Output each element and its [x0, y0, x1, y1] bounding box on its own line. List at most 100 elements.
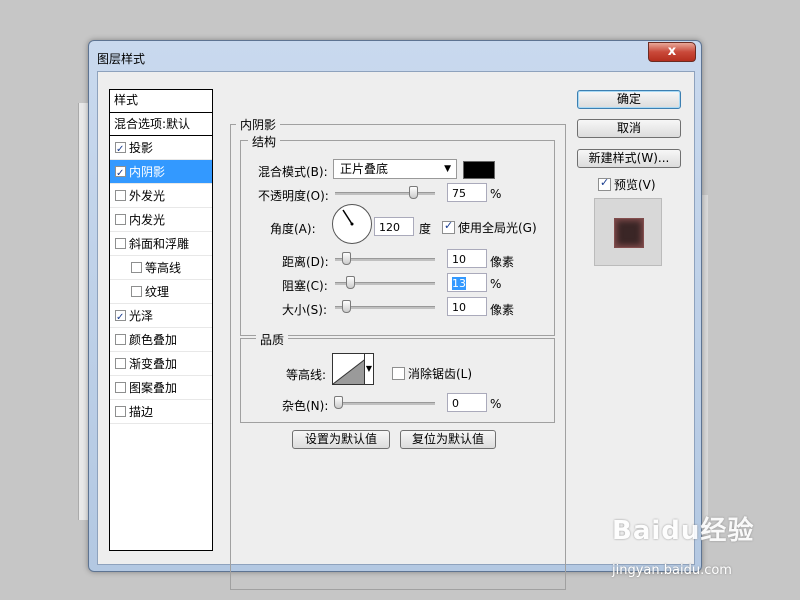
style-item-label: 纹理: [145, 284, 170, 299]
checkbox-icon[interactable]: [131, 286, 142, 297]
opacity-label: 不透明度(O):: [258, 189, 329, 203]
blend-mode-label: 混合模式(B):: [258, 165, 328, 179]
dialog-client: 样式 混合选项:默认 投影内阴影外发光内发光斜面和浮雕等高线纹理光泽颜色叠加渐变…: [97, 71, 695, 590]
style-item-label: 渐变叠加: [129, 356, 178, 371]
checkbox-icon[interactable]: [115, 190, 126, 201]
size-input[interactable]: 10: [447, 297, 487, 316]
choke-label: 阻塞(C):: [282, 279, 328, 293]
inner-shadow-title: 内阴影: [236, 116, 281, 133]
style-item[interactable]: 投影: [110, 136, 212, 161]
checkbox-icon: [392, 367, 405, 380]
style-item-label: 内发光: [129, 212, 166, 227]
distance-slider-thumb[interactable]: [342, 252, 351, 265]
style-item-label: 光泽: [129, 308, 154, 323]
style-item[interactable]: 内阴影: [110, 160, 212, 185]
angle-label: 角度(A):: [270, 222, 316, 236]
checkbox-icon[interactable]: [115, 406, 126, 417]
style-item[interactable]: 图案叠加: [110, 376, 212, 400]
blend-options-item[interactable]: 混合选项:默认: [110, 113, 212, 136]
noise-slider-thumb[interactable]: [334, 396, 343, 409]
checkbox-icon[interactable]: [115, 163, 126, 185]
noise-label: 杂色(N):: [282, 399, 329, 413]
opacity-unit: %: [490, 187, 502, 201]
title-bar[interactable]: 图层样式 x: [89, 41, 701, 71]
style-item[interactable]: 等高线: [110, 256, 212, 280]
checkbox-icon[interactable]: [131, 262, 142, 273]
angle-dial-icon: [342, 209, 354, 226]
style-item[interactable]: 描边: [110, 400, 212, 424]
style-item[interactable]: 外发光: [110, 184, 212, 208]
style-item[interactable]: 内发光: [110, 208, 212, 232]
preview-label: 预览(V): [614, 178, 656, 192]
distance-unit: 像素: [490, 255, 515, 269]
checkbox-icon: [442, 219, 455, 234]
style-item-label: 投影: [129, 140, 154, 155]
checkbox-icon[interactable]: [115, 382, 126, 393]
preview-checkbox[interactable]: 预览(V): [598, 176, 656, 193]
size-slider-thumb[interactable]: [342, 300, 351, 313]
style-item[interactable]: 渐变叠加: [110, 352, 212, 376]
preview-swatch: [614, 218, 644, 248]
antialias-label: 消除锯齿(L): [408, 367, 473, 381]
angle-unit: 度: [419, 222, 432, 236]
size-unit: 像素: [490, 303, 515, 317]
checkbox-icon[interactable]: [115, 214, 126, 225]
style-item[interactable]: 斜面和浮雕: [110, 232, 212, 256]
style-preview: [594, 198, 662, 266]
opacity-slider-track[interactable]: [335, 192, 435, 195]
global-light-label: 使用全局光(G): [458, 221, 537, 235]
baidu-watermark: Baidu经验: [612, 510, 754, 547]
new-style-button[interactable]: 新建样式(W)...: [577, 149, 681, 168]
style-list-header[interactable]: 样式: [110, 90, 212, 113]
baidu-logo: Baidu经验: [612, 516, 755, 546]
noise-slider-track[interactable]: [335, 402, 435, 405]
ok-button[interactable]: 确定: [577, 90, 681, 109]
reset-default-button[interactable]: 复位为默认值: [400, 430, 496, 449]
checkbox-icon[interactable]: [115, 238, 126, 249]
style-item[interactable]: 颜色叠加: [110, 328, 212, 352]
style-item[interactable]: 光泽: [110, 304, 212, 329]
blend-mode-select[interactable]: 正片叠底 ▼: [333, 159, 457, 179]
opacity-slider-thumb[interactable]: [409, 186, 418, 199]
contour-dropdown-button[interactable]: ▼: [364, 353, 374, 385]
choke-unit: %: [490, 277, 502, 291]
angle-input[interactable]: 120: [374, 217, 414, 236]
quality-title: 品质: [256, 331, 289, 348]
choke-slider-thumb[interactable]: [346, 276, 355, 289]
noise-input[interactable]: 0: [447, 393, 487, 412]
style-item-label: 描边: [129, 404, 154, 419]
global-light-checkbox[interactable]: 使用全局光(G): [442, 219, 537, 236]
style-list: 样式 混合选项:默认 投影内阴影外发光内发光斜面和浮雕等高线纹理光泽颜色叠加渐变…: [109, 89, 213, 551]
style-item-label: 斜面和浮雕: [129, 236, 190, 251]
cancel-button[interactable]: 取消: [577, 119, 681, 138]
angle-dial[interactable]: [332, 204, 372, 244]
distance-input[interactable]: 10: [447, 249, 487, 268]
checkbox-icon: [598, 176, 611, 191]
watermark-url: jingyan.baidu.com: [612, 563, 732, 578]
style-item-label: 颜色叠加: [129, 332, 178, 347]
style-item[interactable]: 纹理: [110, 280, 212, 304]
checkbox-icon[interactable]: [115, 358, 126, 369]
close-icon: x: [667, 44, 677, 59]
window-title: 图层样式: [97, 52, 146, 66]
choke-input[interactable]: 13: [447, 273, 487, 292]
checkbox-icon[interactable]: [115, 139, 126, 161]
checkbox-icon[interactable]: [115, 334, 126, 345]
chevron-down-icon: ▼: [365, 364, 373, 373]
style-item-label: 等高线: [145, 260, 182, 275]
style-item-label: 图案叠加: [129, 380, 178, 395]
opacity-input[interactable]: 75: [447, 183, 487, 202]
noise-unit: %: [490, 397, 502, 411]
checkbox-icon[interactable]: [115, 307, 126, 329]
dropdown-arrow-icon: ▼: [444, 164, 451, 174]
size-label: 大小(S):: [282, 303, 328, 317]
style-item-label: 内阴影: [129, 164, 166, 179]
distance-label: 距离(D):: [282, 255, 329, 269]
close-button[interactable]: x: [648, 42, 696, 62]
shadow-color-swatch[interactable]: [463, 161, 495, 179]
blend-mode-value: 正片叠底: [340, 162, 389, 176]
antialias-checkbox[interactable]: 消除锯齿(L): [392, 365, 472, 382]
set-default-button[interactable]: 设置为默认值: [292, 430, 390, 449]
structure-title: 结构: [248, 133, 281, 150]
contour-label: 等高线:: [286, 368, 327, 382]
